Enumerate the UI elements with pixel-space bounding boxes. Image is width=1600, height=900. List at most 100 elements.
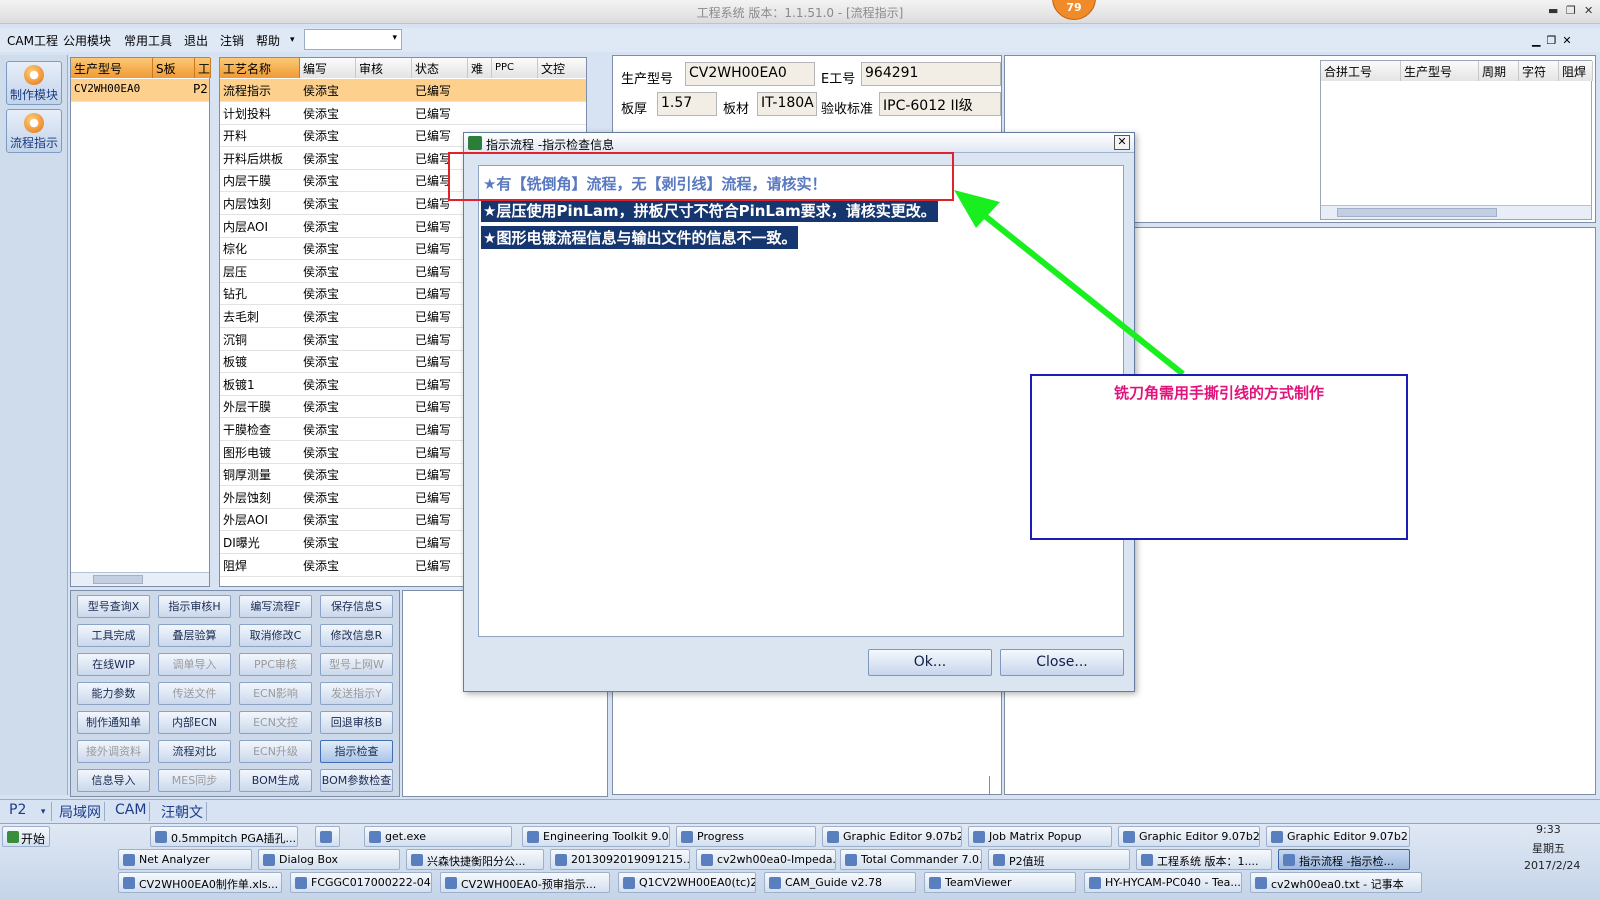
function-button[interactable]: 在线WIP <box>77 653 150 676</box>
header-difficulty[interactable]: 难 <box>468 58 492 78</box>
taskbar-button[interactable]: 2013092019091215.... <box>550 849 690 870</box>
taskbar-button[interactable]: Graphic Editor 9.07b2 ... <box>1266 826 1410 847</box>
header-cycle[interactable]: 周期 <box>1479 61 1519 81</box>
function-button[interactable]: 型号上网W <box>320 653 393 676</box>
taskbar-button[interactable]: get.exe <box>364 826 512 847</box>
header-process-name[interactable]: 工艺名称 <box>220 58 300 78</box>
taskbar-button[interactable]: Graphic Editor 9.07b2 ... <box>822 826 962 847</box>
function-button[interactable]: 回退审核B <box>320 711 393 734</box>
function-button[interactable]: MES同步 <box>158 769 231 792</box>
make-module-button[interactable]: ● 制作模块 <box>6 61 62 105</box>
minimize-button[interactable]: ▬ <box>1548 4 1558 17</box>
taskbar-button[interactable]: CV2WH00EA0-预审指示... <box>440 872 610 893</box>
function-button[interactable]: 指示检查 <box>320 740 393 763</box>
taskbar-button[interactable]: Q1CV2WH00EA0(tc)201... <box>618 872 756 893</box>
header-writer[interactable]: 编写 <box>300 58 356 78</box>
taskbar-button[interactable]: Net Analyzer <box>118 849 252 870</box>
function-button[interactable]: PPC审核 <box>239 653 312 676</box>
taskbar-button[interactable] <box>315 826 340 847</box>
function-button[interactable]: 能力参数 <box>77 682 150 705</box>
taskbar-button[interactable]: TeamViewer <box>924 872 1076 893</box>
menu-cam[interactable]: CAM工程 <box>7 32 58 49</box>
maximize-button[interactable]: ❐ <box>1566 4 1576 17</box>
taskbar-button[interactable]: 0.5mmpitch PGA插孔... <box>150 826 298 847</box>
taskbar-button[interactable]: P2值班 <box>988 849 1130 870</box>
function-button[interactable]: ECN升级 <box>239 740 312 763</box>
function-button[interactable]: 指示审核H <box>158 595 231 618</box>
taskbar-button[interactable]: Total Commander 7.0... <box>840 849 982 870</box>
status-tab-cam[interactable]: CAM <box>112 802 151 821</box>
function-button[interactable]: 叠层验算 <box>158 624 231 647</box>
function-button[interactable]: 传送文件 <box>158 682 231 705</box>
material-field[interactable]: IT-180A <box>757 92 817 116</box>
header-prod-model[interactable]: 生产型号 <box>1401 61 1479 81</box>
function-button[interactable]: 发送指示Y <box>320 682 393 705</box>
model-field[interactable]: CV2WH00EA0 <box>685 62 815 86</box>
header-mask[interactable]: 阻焊 <box>1559 61 1593 81</box>
menu-tools[interactable]: 常用工具 <box>124 32 172 49</box>
scroll-thumb[interactable] <box>93 575 143 584</box>
taskbar-button[interactable]: cv2wh00ea0.txt - 记事本 <box>1250 872 1422 893</box>
close-button[interactable]: ✕ <box>1584 4 1593 17</box>
header-ppc[interactable]: PPC <box>492 58 538 78</box>
horizontal-scrollbar[interactable] <box>1321 205 1591 219</box>
status-tab-lan[interactable]: 局域网 <box>56 802 105 821</box>
taskbar-button[interactable]: FCGGC017000222-04(C... <box>290 872 432 893</box>
function-button[interactable]: ECN文控 <box>239 711 312 734</box>
ok-button[interactable]: Ok... <box>868 649 992 676</box>
menu-exit[interactable]: 退出 <box>184 32 208 49</box>
taskbar-button[interactable]: CAM_Guide v2.78 <box>764 872 916 893</box>
function-button[interactable]: BOM参数检查 <box>320 769 393 792</box>
menu-logout[interactable]: 注销 <box>220 32 244 49</box>
menu-combobox[interactable]: ▾ <box>304 29 402 50</box>
function-button[interactable]: 接外调资料 <box>77 740 150 763</box>
taskbar-button[interactable]: HY-HYCAM-PC040 - Tea... <box>1084 872 1242 893</box>
taskbar-button[interactable]: Dialog Box <box>258 849 400 870</box>
help-dropdown-icon[interactable]: ▾ <box>290 35 295 45</box>
taskbar-button[interactable]: Progress <box>676 826 816 847</box>
function-button[interactable]: 信息导入 <box>77 769 150 792</box>
function-button[interactable]: 取消修改C <box>239 624 312 647</box>
status-tab-p2[interactable]: P2 ▾ <box>6 802 52 821</box>
standard-field[interactable]: IPC-6012 II级 <box>879 92 1001 116</box>
header-char[interactable]: 字符 <box>1519 61 1559 81</box>
e-number-field[interactable]: 964291 <box>861 62 1001 86</box>
horizontal-scrollbar[interactable] <box>71 572 209 586</box>
taskbar-button[interactable]: Job Matrix Popup <box>968 826 1112 847</box>
header-sboard[interactable]: S板 <box>153 58 195 78</box>
taskbar-button[interactable]: 工程系统 版本：1.... <box>1136 849 1272 870</box>
function-button[interactable]: 调单导入 <box>158 653 231 676</box>
taskbar-button[interactable]: cv2wh00ea0-Impeda... <box>696 849 836 870</box>
table-row[interactable]: 计划投料 侯添宝 已编写 <box>220 102 586 125</box>
function-button[interactable]: 工具完成 <box>77 624 150 647</box>
menu-common[interactable]: 公用模块 <box>63 32 111 49</box>
dialog-close-button[interactable]: ✕ <box>1114 135 1130 150</box>
scroll-thumb[interactable] <box>1337 208 1497 217</box>
function-button[interactable]: 型号查询X <box>77 595 150 618</box>
close-dialog-button[interactable]: Close... <box>1000 649 1124 676</box>
function-button[interactable]: 制作通知单 <box>77 711 150 734</box>
function-button[interactable]: 流程对比 <box>158 740 231 763</box>
function-button[interactable]: ECN影响 <box>239 682 312 705</box>
function-button[interactable]: 内部ECN <box>158 711 231 734</box>
start-button[interactable]: 开始 <box>2 826 50 847</box>
header-model[interactable]: 生产型号 <box>71 58 153 78</box>
menu-help[interactable]: 帮助 <box>256 32 280 49</box>
mdi-controls[interactable]: ▁❐✕ <box>1532 34 1578 47</box>
header-extra[interactable]: 工 <box>195 58 211 78</box>
function-button[interactable]: 修改信息R <box>320 624 393 647</box>
clock-time[interactable]: 9:33 <box>1536 823 1561 836</box>
table-row[interactable]: CV2WH00EA0 P2 <box>71 79 209 102</box>
flow-indicator-button[interactable]: ● 流程指示 <box>6 109 62 153</box>
header-status[interactable]: 状态 <box>412 58 468 78</box>
taskbar-button[interactable]: CV2WH00EA0制作单.xls... <box>118 872 282 893</box>
function-button[interactable]: 保存信息S <box>320 595 393 618</box>
taskbar-button[interactable]: Graphic Editor 9.07b2 ... <box>1118 826 1260 847</box>
status-tab-user[interactable]: 汪朝文 <box>158 802 207 821</box>
taskbar-button[interactable]: 兴森快捷衡阳分公... <box>406 849 544 870</box>
header-combined-no[interactable]: 合拼工号 <box>1321 61 1401 81</box>
message-textarea[interactable]: ★有【铣倒角】流程，无【剥引线】流程，请核实！ ★层压使用PinLam，拼板尺寸… <box>478 165 1124 637</box>
table-row[interactable]: 流程指示 侯添宝 已编写 <box>220 79 586 102</box>
header-doc-control[interactable]: 文控 <box>538 58 586 78</box>
taskbar-button[interactable]: Engineering Toolkit 9.0... <box>522 826 670 847</box>
